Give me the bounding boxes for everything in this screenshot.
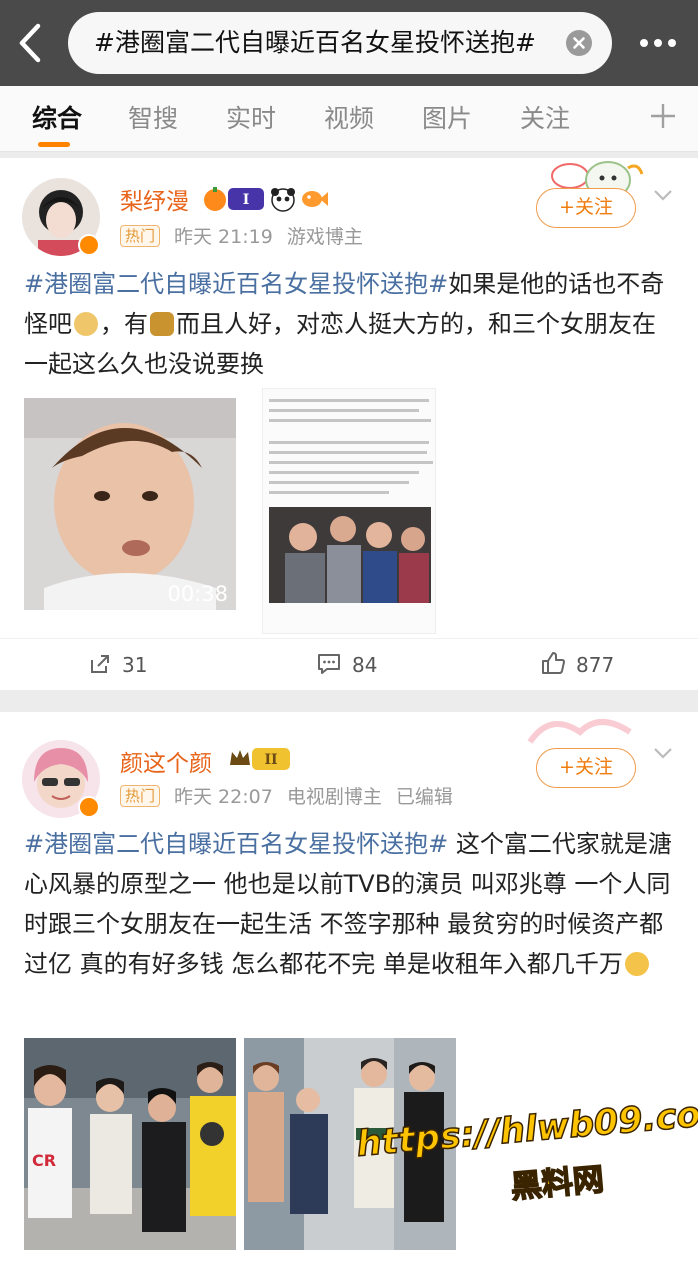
username[interactable]: 颜这个颜 — [120, 744, 212, 778]
hot-tag: 热门 — [120, 225, 161, 247]
tab-bar: 综合 智搜 实时 视频 图片 关注 — [0, 86, 698, 152]
comment-count: 84 — [352, 653, 378, 677]
comment-button[interactable]: 84 — [316, 639, 377, 691]
post-source: 电视剧博主 — [286, 786, 382, 808]
hashtag-link[interactable]: #港圈富二代自曝近百名女星投怀送抱# — [24, 270, 448, 298]
active-tab-indicator — [38, 142, 70, 147]
verified-badge-icon — [78, 234, 100, 256]
tab-pictures[interactable]: 图片 — [422, 86, 472, 152]
clear-circle-icon — [573, 37, 585, 49]
edited-label: 已编辑 — [395, 786, 453, 808]
sticker-decoration-icon — [527, 719, 632, 744]
tab-following[interactable]: 关注 — [520, 86, 570, 152]
user-badges: I — [202, 184, 332, 214]
orange-badge-icon — [204, 187, 226, 211]
level-badge-icon: I — [228, 188, 264, 210]
search-input[interactable]: #港圈富二代自曝近百名女星投怀送抱# — [68, 12, 612, 74]
watermark-site-name: 黑料网 — [509, 1161, 606, 1206]
user-badges: II — [228, 744, 292, 774]
clear-search-button[interactable] — [566, 30, 592, 56]
fish-icon — [302, 191, 328, 207]
username[interactable]: 梨纾漫 — [120, 182, 189, 216]
hashtag-link[interactable]: #港圈富二代自曝近百名女星投怀送抱# — [24, 830, 448, 858]
add-tab-button[interactable] — [648, 96, 678, 136]
crown-badge-icon — [230, 750, 250, 765]
back-button[interactable] — [10, 20, 52, 66]
search-query-text: #港圈富二代自曝近百名女星投怀送抱# — [94, 28, 536, 57]
top-bar: #港圈富二代自曝近百名女星投怀送抱# — [0, 0, 698, 86]
tab-realtime[interactable]: 实时 — [226, 86, 276, 152]
thumbs-up-icon — [542, 652, 565, 674]
level-badge-text: II — [264, 752, 277, 768]
svg-text:CR: CR — [32, 1151, 56, 1170]
post-card[interactable]: 梨纾漫 I 热门 昨天 21:19 游戏博主 +关注 #港圈富二代自曝近百名女星投怀… — [0, 158, 698, 690]
tab-video[interactable]: 视频 — [324, 86, 374, 152]
post-image[interactable] — [262, 388, 436, 634]
video-thumbnail[interactable]: 00:38 — [24, 398, 236, 610]
repost-count: 31 — [122, 653, 148, 677]
street-photo-image: CR — [24, 1038, 236, 1250]
post-time: 昨天 21:19 — [174, 226, 273, 248]
panda-icon — [271, 188, 295, 212]
like-count: 877 — [576, 653, 615, 677]
post-source: 游戏博主 — [286, 226, 363, 248]
tab-smart-search[interactable]: 智搜 — [128, 86, 178, 152]
follow-button[interactable]: +关注 — [536, 748, 636, 788]
more-dots-icon — [640, 39, 676, 47]
share-icon — [91, 655, 109, 673]
post-text[interactable]: #港圈富二代自曝近百名女星投怀送抱# 这个富二代家就是溏心风暴的原型之一 他也是… — [24, 824, 678, 984]
post-time: 昨天 22:07 — [174, 786, 273, 808]
post-text[interactable]: #港圈富二代自曝近百名女星投怀送抱#如果是他的话也不奇怪吧 ，有 而且人好，对恋人挺… — [24, 264, 678, 384]
repost-button[interactable]: 31 — [88, 639, 147, 691]
more-button[interactable] — [636, 26, 680, 60]
verified-badge-icon — [78, 796, 100, 818]
post-text-part: ，有 — [100, 310, 148, 338]
thinking-emoji-icon — [624, 952, 649, 976]
level-badge-icon: II — [252, 748, 290, 770]
like-button[interactable]: 877 — [540, 639, 614, 691]
post-image[interactable]: CR — [24, 1038, 236, 1250]
post-actions: 31 84 877 — [0, 638, 698, 690]
post-meta: 热门 昨天 22:07 电视剧博主 已编辑 — [120, 782, 467, 809]
chevron-left-icon — [19, 23, 41, 63]
level-badge-text: I — [243, 192, 250, 208]
video-duration: 00:38 — [167, 582, 228, 606]
hot-tag: 热门 — [120, 785, 161, 807]
video-frame-image — [24, 398, 236, 610]
chevron-down-icon[interactable] — [650, 740, 676, 766]
comment-icon — [318, 654, 340, 674]
article-screenshot-image — [263, 389, 435, 633]
chevron-down-icon[interactable] — [650, 182, 676, 208]
money-bag-emoji-icon — [150, 312, 174, 336]
follow-button[interactable]: +关注 — [536, 188, 636, 228]
post-meta: 热门 昨天 21:19 游戏博主 — [120, 222, 377, 249]
doge-emoji-icon — [74, 312, 98, 336]
plus-icon — [651, 104, 675, 128]
